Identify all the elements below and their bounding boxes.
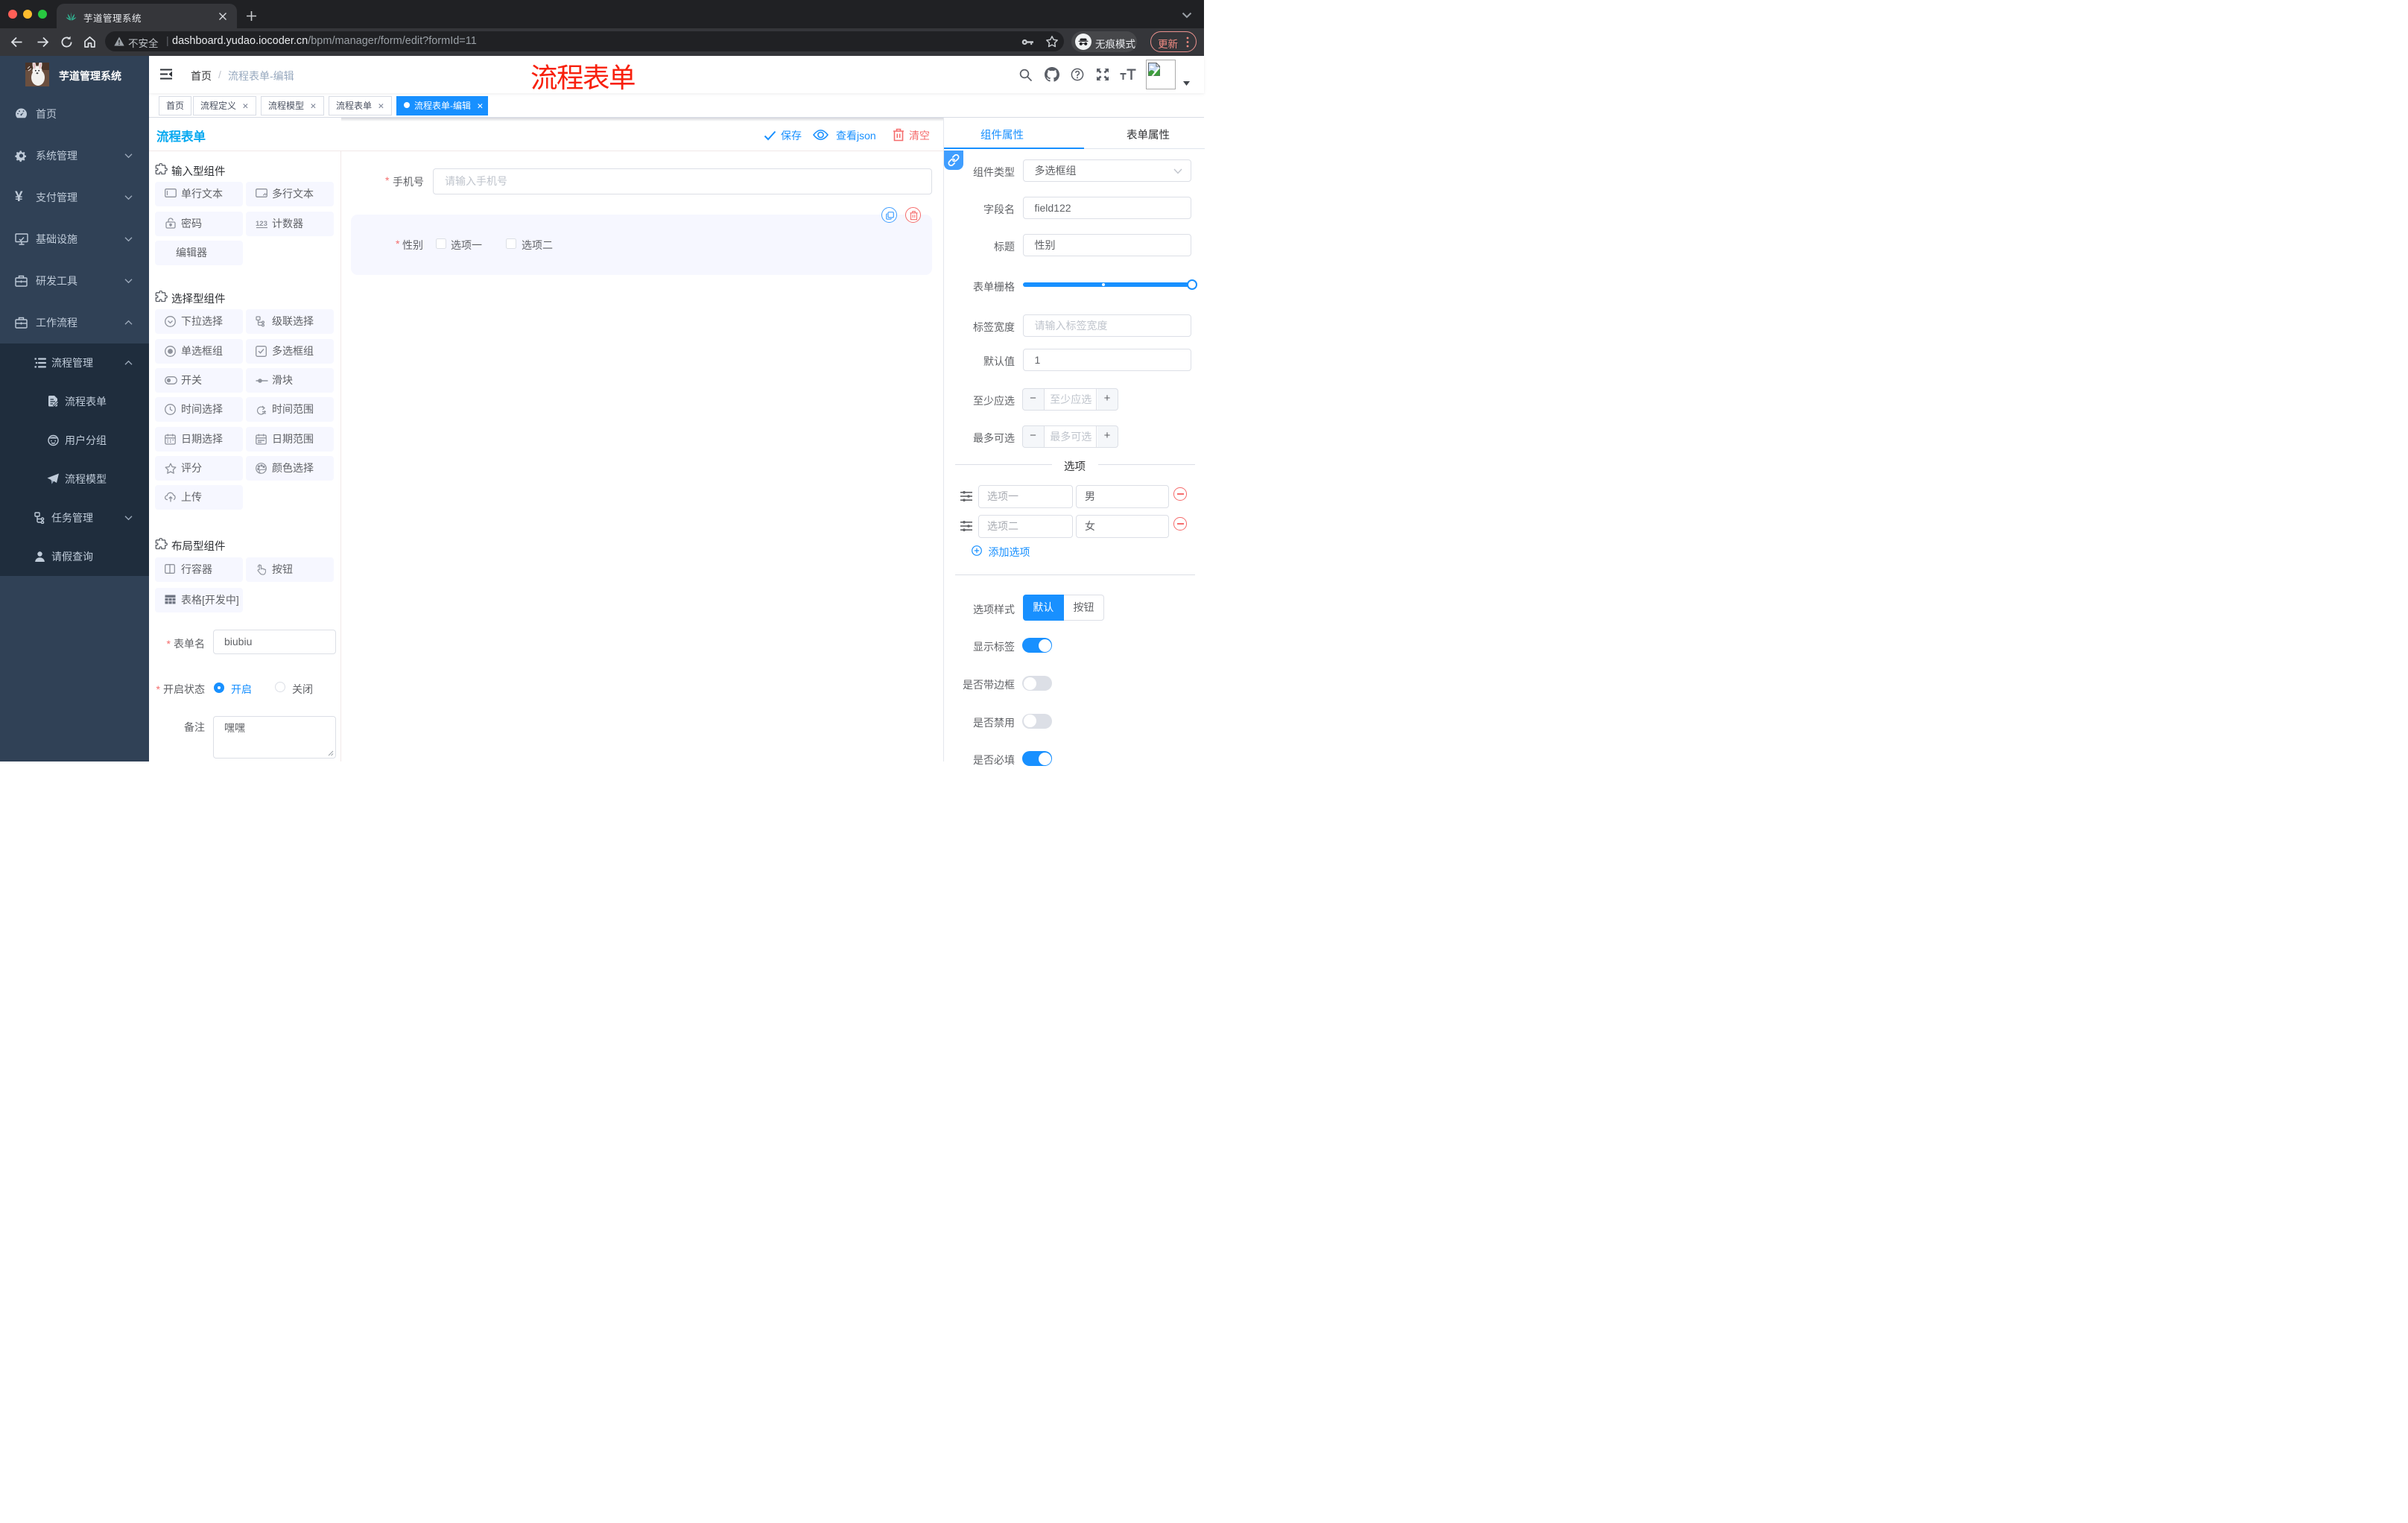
svg-text:123: 123 <box>256 220 267 228</box>
